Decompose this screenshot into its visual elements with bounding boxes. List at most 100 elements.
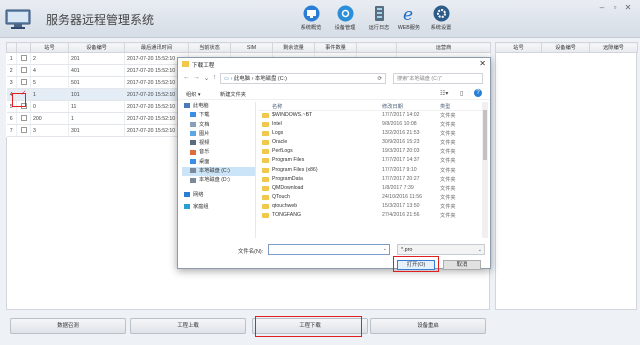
data-poll-button[interactable]: 数据召测 (10, 318, 126, 334)
preview-pane-icon[interactable]: ▯ (460, 90, 463, 97)
command-bar: 组织 ▾ 新建文件夹 ☷▾ ▯ ? (178, 89, 490, 100)
file-row[interactable]: QMDownload 1/8/2017 7:39 文件夹 (258, 184, 488, 193)
drive-icon (190, 168, 196, 174)
file-type: 文件夹 (440, 149, 456, 156)
nav-item[interactable]: 图片 (182, 130, 255, 139)
help-icon[interactable]: ? (474, 89, 482, 97)
checkbox-icon[interactable] (20, 103, 27, 110)
network-icon (184, 191, 190, 197)
folder-icon (262, 203, 269, 209)
checkbox-icon[interactable] (20, 55, 27, 62)
organize-button[interactable]: 组织 ▾ (186, 91, 200, 98)
refresh-icon[interactable]: ⟳ (377, 74, 382, 84)
address-bar[interactable]: ▭ › 此电脑 › 本地磁盘 (C:) ⟳ (220, 73, 386, 84)
row-checkbox[interactable] (16, 76, 31, 89)
new-folder-button[interactable]: 新建文件夹 (220, 91, 246, 98)
row-checkbox[interactable]: ✓ (16, 88, 31, 101)
file-row[interactable]: Oracle 30/9/2016 15:23 文件夹 (258, 138, 488, 147)
column-header[interactable] (16, 42, 31, 53)
nav-item[interactable]: 此电脑 (182, 102, 255, 111)
folder-icon (262, 176, 269, 182)
file-row[interactable]: QTouch 24/10/2016 11:56 文件夹 (258, 193, 488, 202)
file-type: 文件夹 (440, 167, 456, 174)
row-checkbox[interactable] (16, 112, 31, 125)
column-header[interactable]: 当前状态 (188, 42, 231, 53)
file-row[interactable]: Intel 9/8/2016 10:08 文件夹 (258, 120, 488, 129)
forward-arrow-icon[interactable]: → (192, 74, 201, 81)
scrollbar-thumb[interactable] (483, 110, 487, 160)
toolbar-system-settings[interactable]: 系统设置 (421, 5, 461, 35)
nav-item[interactable]: 桌面 (182, 158, 255, 167)
file-name: QMDownload (272, 184, 304, 191)
web-icon: e (401, 5, 418, 25)
folder-icon (262, 167, 269, 173)
file-row[interactable]: TONGFANG 27/4/2016 21:56 文件夹 (258, 211, 488, 220)
column-header[interactable]: 远隙编号 (589, 42, 638, 53)
chevron-down-icon[interactable]: ⌄ (383, 246, 387, 252)
nav-item[interactable]: 文档 (182, 121, 255, 130)
row-checkbox[interactable] (16, 52, 31, 65)
nav-item[interactable]: 下载 (182, 111, 255, 120)
app-header: 服务器远程管理系统 系统概览 设备管理 运行日志 e WEB服务 系统设置 – … (0, 0, 640, 38)
date-column-header[interactable]: 修改日期 (382, 103, 403, 110)
checkbox-icon[interactable] (20, 115, 27, 122)
column-header[interactable]: SIM (230, 42, 273, 53)
close-icon[interactable]: ✕ (622, 3, 634, 12)
project-upload-button[interactable]: 工程上载 (130, 318, 246, 334)
chevron-down-icon: ⌄ (477, 247, 482, 253)
nav-item[interactable]: 音乐 (182, 148, 255, 157)
up-arrow-icon[interactable]: ↑ (210, 74, 219, 81)
restore-icon[interactable]: ▫ (609, 3, 621, 12)
checkbox-icon[interactable] (20, 67, 27, 74)
column-header[interactable]: 运营商 (396, 42, 491, 53)
file-row[interactable]: Program Files (x86) 17/7/2017 9:10 文件夹 (258, 166, 488, 175)
open-button[interactable]: 打开(O) (397, 260, 435, 270)
row-checkbox[interactable] (16, 100, 31, 113)
breadcrumb-item[interactable]: 此电脑 (234, 76, 250, 82)
file-row[interactable]: qtouchweb 15/3/2017 13:50 文件夹 (258, 202, 488, 211)
device-cell: 201 (68, 52, 125, 65)
folder-icon (262, 185, 269, 191)
row-checkbox[interactable] (16, 64, 31, 77)
column-header[interactable]: 站号 (495, 42, 542, 53)
checkbox-icon[interactable] (20, 79, 27, 86)
name-column-header[interactable]: 名称 (272, 103, 282, 110)
column-header[interactable] (356, 42, 397, 53)
checkbox-checked-icon[interactable]: ✓ (21, 90, 27, 97)
file-row[interactable]: ProgramData 17/7/2017 20:27 文件夹 (258, 175, 488, 184)
breadcrumb-item[interactable]: 本地磁盘 (C:) (255, 76, 287, 82)
search-input[interactable]: 搜索"本地磁盘 (C:)" (393, 73, 483, 84)
file-row[interactable]: Program Files 17/7/2017 14:37 文件夹 (258, 156, 488, 165)
view-options-icon[interactable]: ☷▾ (440, 90, 448, 97)
column-header[interactable] (6, 42, 17, 53)
nav-item[interactable]: 本地磁盘 (C:) (182, 167, 255, 177)
nav-item-label: 本地磁盘 (C:) (199, 168, 230, 175)
nav-item[interactable]: 网络 (182, 191, 255, 200)
column-header[interactable]: 最后通讯时间 (124, 42, 189, 53)
row-checkbox[interactable] (16, 124, 31, 137)
column-header[interactable]: 事件数量 (314, 42, 357, 53)
minimize-icon[interactable]: – (596, 3, 608, 12)
nav-item[interactable]: 家庭组 (182, 203, 255, 212)
back-arrow-icon[interactable]: ← (182, 74, 191, 81)
file-row[interactable]: PerfLogs 19/3/2017 20:03 文件夹 (258, 147, 488, 156)
checkbox-icon[interactable] (20, 127, 27, 134)
file-name: $WINDOWS.~BT (272, 112, 313, 118)
file-type-select[interactable]: *.pro ⌄ (397, 244, 485, 255)
scrollbar[interactable] (482, 102, 488, 238)
column-header[interactable]: 设备编号 (541, 42, 590, 53)
cancel-button[interactable]: 取消 (443, 260, 481, 270)
file-row[interactable]: $WINDOWS.~BT 17/7/2017 14:02 文件夹 (258, 111, 488, 120)
column-header[interactable]: 站号 (30, 42, 69, 53)
column-header[interactable]: 设备编号 (68, 42, 125, 53)
type-column-header[interactable]: 类型 (440, 103, 450, 110)
filename-field[interactable]: ⌄ (268, 244, 390, 255)
nav-item[interactable]: 本地磁盘 (D:) (182, 176, 255, 185)
column-header[interactable]: 剩余流量 (272, 42, 315, 53)
close-icon[interactable]: ✕ (479, 59, 486, 68)
device-restart-button[interactable]: 设备重启 (370, 318, 486, 334)
project-download-button[interactable]: 工程下载 (252, 318, 368, 334)
file-row[interactable]: Logs 13/2/2016 21:53 文件夹 (258, 129, 488, 138)
file-date: 17/7/2017 14:02 (382, 112, 420, 118)
nav-item[interactable]: 视频 (182, 139, 255, 148)
